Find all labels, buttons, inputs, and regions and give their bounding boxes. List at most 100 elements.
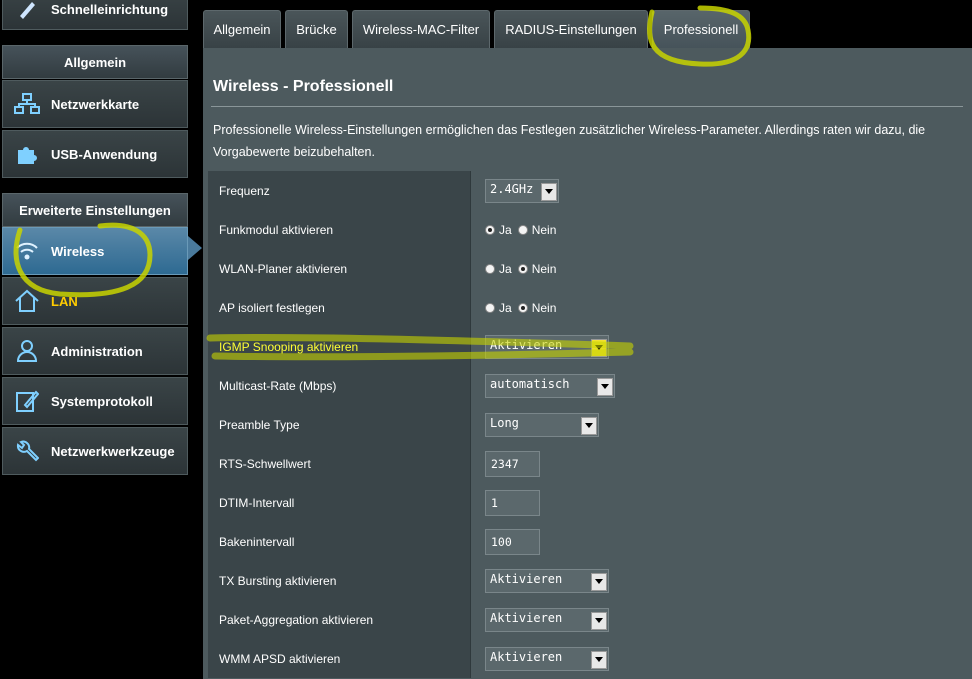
setting-label-rts-threshold: RTS-Schwellwert	[208, 444, 471, 483]
radio-module-no[interactable]: Nein	[517, 222, 557, 237]
network-map-icon	[3, 93, 51, 115]
setting-label-radio-module: Funkmodul aktivieren	[208, 210, 471, 249]
wifi-icon	[3, 241, 51, 261]
select-value: 2.4GHz	[490, 181, 534, 196]
table-row: TX Bursting aktivieren Aktivieren	[208, 561, 968, 600]
radio-label: Ja	[499, 300, 512, 315]
chevron-down-icon	[591, 611, 607, 630]
radio-dot[interactable]	[485, 302, 495, 313]
radio-label: Ja	[499, 261, 512, 276]
radio-dot[interactable]	[517, 224, 528, 235]
table-row: DTIM-Intervall	[208, 483, 968, 522]
tab-wireless-mac-filter[interactable]: Wireless-MAC-Filter	[352, 10, 490, 48]
ap-isolated-no[interactable]: Nein	[517, 300, 557, 315]
setting-label-frequency: Frequenz	[208, 171, 471, 210]
sidebar-item-wireless[interactable]: Wireless	[2, 227, 188, 275]
dtim-interval-field[interactable]	[485, 489, 540, 516]
table-row: Multicast-Rate (Mbps) automatisch	[208, 366, 968, 405]
radio-label: Nein	[531, 222, 557, 237]
setting-label-ap-isolated: AP isoliert festlegen	[208, 288, 471, 327]
sidebar-item-network-tools[interactable]: Netzwerkwerkzeuge	[2, 427, 188, 475]
sidebar-item-lan[interactable]: LAN	[2, 277, 188, 325]
setting-label-tx-bursting: TX Bursting aktivieren	[208, 561, 471, 600]
settings-panel: Wireless - Professionell Professionelle …	[203, 48, 972, 679]
radio-dot[interactable]	[517, 302, 528, 313]
sidebar-item-system-log[interactable]: Systemprotokoll	[2, 377, 188, 425]
sidebar: Schnelleinrichtung Allgemein Netzwerkkar…	[0, 0, 202, 679]
sidebar-section-advanced: Erweiterte Einstellungen	[2, 193, 188, 227]
setting-label-wmm-apsd: WMM APSD aktivieren	[208, 639, 471, 678]
setting-label-beacon-interval: Bakenintervall	[208, 522, 471, 561]
ap-isolated-yes[interactable]: Ja	[485, 301, 512, 315]
divider	[211, 106, 963, 107]
home-icon	[3, 289, 51, 313]
select-value: Aktivieren	[490, 337, 563, 352]
chevron-down-icon	[581, 416, 597, 435]
active-nav-pointer	[188, 236, 202, 260]
sidebar-item-label: Wireless	[51, 243, 105, 259]
tx-bursting-select[interactable]: Aktivieren	[485, 568, 609, 593]
beacon-interval-field[interactable]	[485, 528, 540, 555]
frequency-select[interactable]: 2.4GHz	[485, 178, 559, 203]
radio-dot[interactable]	[517, 263, 528, 274]
sidebar-item-usb[interactable]: USB-Anwendung	[2, 130, 188, 178]
wrench-icon	[3, 439, 51, 463]
radio-dot[interactable]	[485, 263, 495, 274]
select-value: automatisch	[490, 376, 570, 391]
table-row: Bakenintervall	[208, 522, 968, 561]
sidebar-section-general: Allgemein	[2, 45, 188, 79]
rts-threshold-field[interactable]	[485, 450, 540, 477]
select-value: Aktivieren	[490, 610, 563, 625]
select-value: Aktivieren	[490, 571, 563, 586]
chevron-down-icon	[597, 377, 613, 396]
igmp-snooping-select[interactable]: Aktivieren	[485, 334, 609, 359]
tab-general[interactable]: Allgemein	[203, 10, 281, 48]
sidebar-item-label: Administration	[51, 343, 143, 359]
radio-label: Nein	[531, 261, 557, 276]
radio-module-yes[interactable]: Ja	[485, 223, 512, 237]
sidebar-item-label: Netzwerkwerkzeuge	[51, 443, 175, 459]
sidebar-item-quick-setup[interactable]: Schnelleinrichtung	[2, 0, 188, 30]
radio-label: Nein	[531, 300, 557, 315]
page-description: Professionelle Wireless-Einstellungen er…	[213, 123, 926, 159]
radio-dot[interactable]	[485, 224, 495, 235]
sidebar-item-administration[interactable]: Administration	[2, 327, 188, 375]
tab-bar: Allgemein Brücke Wireless-MAC-Filter RAD…	[203, 0, 972, 48]
radio-label: Ja	[499, 222, 512, 237]
table-row: WMM APSD aktivieren Aktivieren	[208, 639, 968, 678]
quick-setup-icon	[3, 0, 51, 20]
wlan-scheduler-no[interactable]: Nein	[517, 261, 557, 276]
settings-table: Frequenz 2.4GHz Funkmodul aktivieren Ja …	[208, 171, 968, 678]
usb-puzzle-icon	[3, 142, 51, 166]
sidebar-item-label: Netzwerkkarte	[51, 96, 140, 112]
chevron-down-icon	[591, 338, 607, 357]
sidebar-item-label: LAN	[51, 293, 78, 309]
sidebar-item-network-map[interactable]: Netzwerkkarte	[2, 80, 188, 128]
setting-label-multicast-rate: Multicast-Rate (Mbps)	[208, 366, 471, 405]
table-row: Preamble Type Long	[208, 405, 968, 444]
sidebar-item-label: Systemprotokoll	[51, 393, 153, 409]
table-row: Frequenz 2.4GHz	[208, 171, 968, 210]
tab-bridge[interactable]: Brücke	[285, 10, 348, 48]
select-value: Aktivieren	[490, 649, 563, 664]
preamble-type-select[interactable]: Long	[485, 412, 599, 437]
multicast-rate-select[interactable]: automatisch	[485, 373, 615, 398]
wmm-apsd-select[interactable]: Aktivieren	[485, 646, 609, 671]
chevron-down-icon	[591, 650, 607, 669]
packet-aggregation-select[interactable]: Aktivieren	[485, 607, 609, 632]
user-icon	[3, 339, 51, 363]
table-row: AP isoliert festlegen Ja Nein	[208, 288, 968, 327]
log-edit-icon	[3, 389, 51, 413]
table-row: Paket-Aggregation aktivieren Aktivieren	[208, 600, 968, 639]
sidebar-item-label: USB-Anwendung	[51, 146, 158, 162]
setting-label-preamble-type: Preamble Type	[208, 405, 471, 444]
chevron-down-icon	[541, 182, 557, 201]
tab-professional[interactable]: Professionell	[652, 10, 750, 48]
tab-radius-settings[interactable]: RADIUS-Einstellungen	[494, 10, 648, 48]
table-row: Funkmodul aktivieren Ja Nein	[208, 210, 968, 249]
wlan-scheduler-yes[interactable]: Ja	[485, 262, 512, 276]
main-content: Allgemein Brücke Wireless-MAC-Filter RAD…	[203, 0, 972, 679]
table-row: WLAN-Planer aktivieren Ja Nein	[208, 249, 968, 288]
table-row: RTS-Schwellwert	[208, 444, 968, 483]
setting-label-dtim-interval: DTIM-Intervall	[208, 483, 471, 522]
